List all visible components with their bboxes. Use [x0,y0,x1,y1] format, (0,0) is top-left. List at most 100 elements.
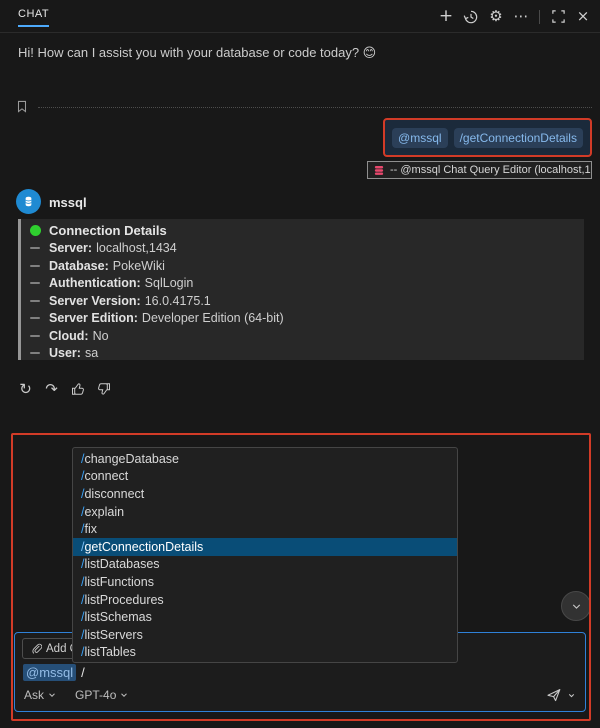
agent-chip[interactable]: @mssql [23,664,77,681]
command-name: changeDatabase [84,451,180,466]
field-value: SqlLogin [144,276,194,291]
slash-menu-item[interactable]: / changeDatabase [73,450,457,468]
connection-field-row: Server Version: 16.0.4175.1 [30,292,578,310]
bullet-dash [30,317,40,320]
field-value: No [92,328,109,343]
connection-field-row: User: sa [30,345,578,363]
mssql-avatar-glyph [25,196,32,207]
send-button-group[interactable] [546,687,576,703]
slash-menu-item[interactable]: / listServers [73,626,457,644]
field-label: Server Edition: [49,311,138,326]
command-name: listProcedures [84,592,164,607]
paperclip-icon [32,643,42,654]
redo-icon[interactable]: ↷ [42,379,61,398]
send-icon[interactable] [546,687,562,703]
chevron-down-icon [572,603,580,609]
prompt-text[interactable]: @mssql / [23,664,85,681]
thumbs-down-icon[interactable] [94,379,113,398]
close-icon[interactable]: × [572,6,594,28]
title-bar: CHAT + ⚙ ⋯ × [0,0,600,33]
assistant-name: mssql [49,195,87,210]
field-value: Developer Edition (64-bit) [141,311,284,326]
bullet-dash [30,334,40,337]
slash-menu-item[interactable]: / disconnect [73,485,457,503]
chevron-down-icon[interactable] [567,691,576,700]
chevron-down-icon [121,693,128,697]
connection-title: Connection Details [49,223,167,239]
field-label: Database: [49,258,109,273]
status-dot-green [30,225,41,237]
command-name: listTables [84,645,136,660]
bullet-dash [30,282,40,285]
field-label: Server Version: [49,293,141,308]
connection-title-row: Connection Details [30,222,578,240]
scroll-down-button[interactable] [561,591,591,621]
bullet-dash [30,299,40,302]
slash-menu-item[interactable]: / explain [73,503,457,521]
field-value: PokeWiki [112,258,165,273]
command-name: listServers [84,627,143,642]
connection-field-row: Server: localhost,1434 [30,240,578,258]
agent-mention-chip[interactable]: @mssql [392,127,448,148]
command-name: listFunctions [84,574,154,589]
user-request-message[interactable]: @mssql /getConnectionDetails [383,118,592,157]
command-name: getConnectionDetails [84,539,204,554]
bookmark-icon[interactable] [15,99,29,114]
command-name: disconnect [84,486,145,501]
mode-dropdown[interactable]: Ask [24,688,57,702]
slash-menu-item[interactable]: / listProcedures [73,591,457,609]
field-label: Authentication: [49,276,141,291]
titlebar-divider [539,9,540,24]
mssql-avatar [16,189,41,214]
command-name: connect [84,469,129,484]
slash-command-chip[interactable]: /getConnectionDetails [453,127,583,148]
field-value: 16.0.4175.1 [144,293,211,308]
model-label: GPT-4o [75,688,117,702]
bullet-dash [30,352,40,355]
typed-text: / [81,665,85,680]
slash-menu-item[interactable]: / listFunctions [73,573,457,591]
history-icon[interactable] [460,6,482,28]
connection-field-row: Authentication: SqlLogin [30,275,578,293]
chevron-down-icon [49,693,55,697]
database-icon [374,165,384,175]
new-chat-icon[interactable]: + [435,6,457,28]
model-dropdown[interactable]: GPT-4o [75,688,129,702]
slash-menu-item-selected[interactable]: / getConnectionDetails [73,537,457,556]
slash-menu-item[interactable]: / fix [73,520,457,538]
chat-panel: CHAT + ⚙ ⋯ × Hi! How can I assist you wi… [0,0,600,728]
connection-field-row: Database: PokeWiki [30,257,578,275]
bullet-dash [30,247,40,250]
titlebar-actions: + ⚙ ⋯ × [435,0,594,33]
bullet-dash [30,264,40,267]
slash-menu-item[interactable]: / listTables [73,644,457,662]
slash-menu-item[interactable]: / listDatabases [73,556,457,574]
command-name: explain [84,504,125,519]
command-name: listDatabases [84,557,160,572]
conversation-divider [38,107,592,108]
more-actions-icon[interactable]: ⋯ [510,6,532,28]
field-label: Server: [49,241,93,256]
field-label: User: [49,346,81,361]
assistant-greeting: Hi! How can I assist you with your datab… [18,45,377,60]
slash-command-menu: / changeDatabase / connect / disconnect / ex… [72,447,458,663]
mode-label: Ask [24,688,45,702]
connection-field-row: Server Edition: Developer Edition (64-bi… [30,310,578,328]
slash-menu-item[interactable]: / listSchemas [73,608,457,626]
field-value: localhost,1434 [96,241,177,256]
slash-menu-item[interactable]: / connect [73,468,457,486]
connection-details-block: Connection Details Server: localhost,143… [18,219,584,360]
command-name: listSchemas [84,610,152,625]
block-scrollbar[interactable] [18,219,21,360]
field-value: sa [84,346,99,361]
thumbs-up-icon[interactable] [68,379,87,398]
tab-chat[interactable]: CHAT [18,8,50,27]
response-actions: ↻ ↷ [16,379,113,398]
gear-icon[interactable]: ⚙ [485,6,507,28]
retry-icon[interactable]: ↻ [16,379,35,398]
command-name: fix [84,522,97,537]
maximize-panel-icon[interactable] [547,6,569,28]
connection-field-row: Cloud: No [30,327,578,345]
editor-reference[interactable]: -- @mssql Chat Query Editor (localhost,1 [367,161,592,179]
field-label: Cloud: [49,328,89,343]
